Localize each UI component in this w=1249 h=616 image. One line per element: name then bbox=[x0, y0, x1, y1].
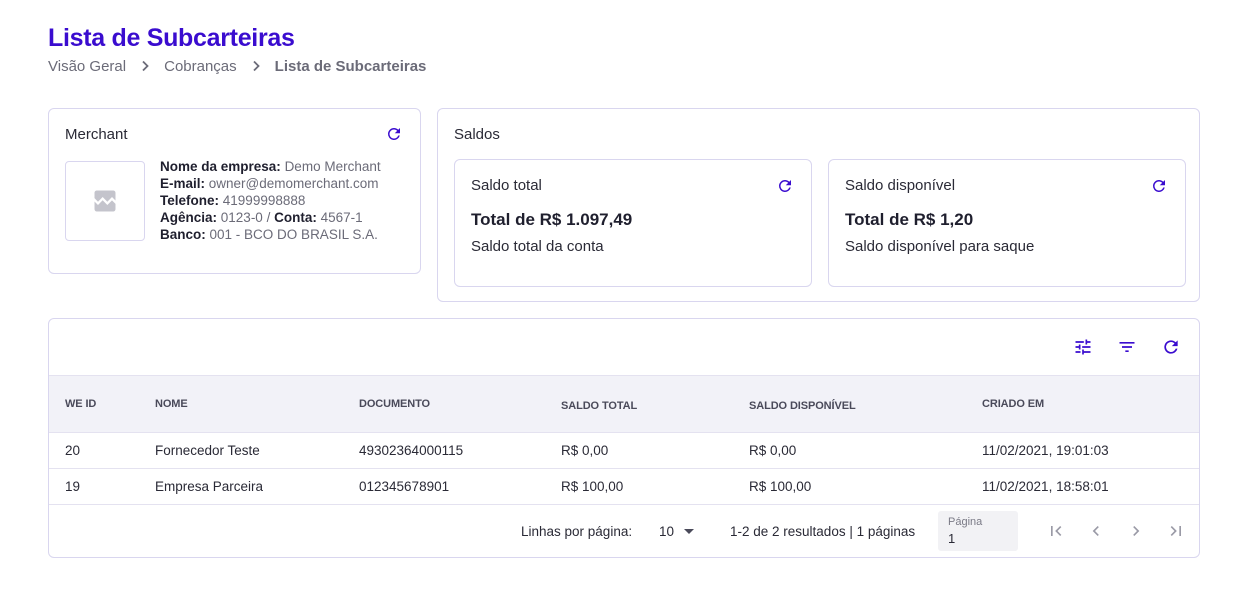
saldos-card: Saldos Saldo total Total de R$ 1.097,49 … bbox=[437, 108, 1200, 302]
refresh-icon[interactable] bbox=[1161, 337, 1181, 357]
cell-saldo-disponivel: R$ 100,00 bbox=[749, 479, 812, 494]
merchant-card-title: Merchant bbox=[65, 126, 128, 143]
column-header-criado-em[interactable]: CRIADO EM bbox=[982, 398, 1044, 410]
page-field-label: Página bbox=[948, 516, 983, 528]
results-summary: 1-2 de 2 resultados | 1 páginas bbox=[730, 524, 916, 539]
breadcrumb: Visão Geral Cobranças Lista de Subcartei… bbox=[48, 58, 426, 75]
pagination-footer: Linhas por página: 10 1-2 de 2 resultado… bbox=[49, 505, 1199, 557]
filter-icon[interactable] bbox=[1117, 337, 1137, 357]
table-toolbar bbox=[1073, 337, 1181, 357]
last-page-icon[interactable] bbox=[1166, 521, 1186, 541]
previous-page-icon[interactable] bbox=[1086, 521, 1106, 541]
cell-saldo-disponivel: R$ 0,00 bbox=[749, 443, 797, 458]
saldo-total-amount: Total de R$ 1.097,49 bbox=[471, 210, 633, 229]
merchant-info: Nome da empresa: Demo Merchant E-mail: o… bbox=[160, 159, 381, 242]
merchant-card: Merchant Nome da empresa: Demo Merchant … bbox=[48, 108, 421, 274]
subcarteiras-table-card: WE ID NOME DOCUMENTO SALDO TOTAL SALDO D… bbox=[48, 318, 1200, 558]
merchant-logo-placeholder bbox=[65, 161, 145, 241]
table-row[interactable]: 20 Fornecedor Teste 49302364000115 R$ 0,… bbox=[49, 433, 1199, 469]
cell-saldo-total: R$ 0,00 bbox=[561, 443, 609, 458]
saldo-total-card: Saldo total Total de R$ 1.097,49 Saldo t… bbox=[454, 159, 812, 287]
cell-criado-em: 11/02/2021, 19:01:03 bbox=[982, 443, 1109, 458]
caret-down-icon bbox=[684, 529, 695, 534]
rows-per-page-select[interactable]: 10 bbox=[659, 524, 695, 539]
page-input[interactable] bbox=[948, 531, 1008, 546]
empresa-label: Nome da empresa: bbox=[160, 159, 281, 174]
table-row[interactable]: 19 Empresa Parceira 012345678901 R$ 100,… bbox=[49, 469, 1199, 505]
saldo-disponivel-title: Saldo disponível bbox=[845, 177, 956, 194]
conta-value: 4567-1 bbox=[320, 210, 363, 225]
breadcrumb-cobrancas[interactable]: Cobranças bbox=[164, 58, 237, 75]
banco-label: Banco: bbox=[160, 227, 206, 242]
telefone-value: 41999998888 bbox=[222, 193, 306, 208]
saldos-card-title: Saldos bbox=[454, 126, 500, 143]
agencia-value: 0123-0 bbox=[220, 210, 263, 225]
page-field[interactable]: Página bbox=[938, 511, 1018, 551]
chevron-right-icon bbox=[140, 59, 150, 75]
saldo-disponivel-amount: Total de R$ 1,20 bbox=[845, 210, 974, 229]
table-header: WE ID NOME DOCUMENTO SALDO TOTAL SALDO D… bbox=[49, 375, 1199, 433]
refresh-icon[interactable] bbox=[1150, 177, 1168, 195]
chevron-right-icon bbox=[251, 59, 261, 75]
telefone-label: Telefone: bbox=[160, 193, 220, 208]
saldo-disponivel-desc: Saldo disponível para saque bbox=[845, 238, 1035, 255]
pager-controls bbox=[1046, 521, 1186, 541]
cell-saldo-total: R$ 100,00 bbox=[561, 479, 624, 494]
empresa-value: Demo Merchant bbox=[284, 159, 381, 174]
rows-per-page-value: 10 bbox=[659, 524, 675, 539]
breadcrumb-visao-geral[interactable]: Visão Geral bbox=[48, 58, 126, 75]
page-title: Lista de Subcarteiras bbox=[48, 24, 295, 52]
refresh-icon[interactable] bbox=[385, 125, 403, 143]
cell-documento: 012345678901 bbox=[359, 479, 450, 494]
column-header-documento[interactable]: DOCUMENTO bbox=[359, 398, 430, 410]
conta-label: Conta: bbox=[274, 210, 317, 225]
cell-we-id: 19 bbox=[65, 479, 81, 494]
saldo-total-title: Saldo total bbox=[471, 177, 542, 194]
cell-criado-em: 11/02/2021, 18:58:01 bbox=[982, 479, 1109, 494]
saldo-total-desc: Saldo total da conta bbox=[471, 238, 604, 255]
next-page-icon[interactable] bbox=[1126, 521, 1146, 541]
agencia-label: Agência: bbox=[160, 210, 218, 225]
column-header-saldo-disponivel[interactable]: SALDO DISPONÍVEL bbox=[749, 400, 856, 412]
refresh-icon[interactable] bbox=[776, 177, 794, 195]
cell-we-id: 20 bbox=[65, 443, 81, 458]
banco-value: 001 - BCO DO BRASIL S.A. bbox=[209, 227, 378, 242]
rows-per-page-label: Linhas por página: bbox=[521, 524, 633, 539]
broken-image-icon bbox=[94, 190, 116, 212]
column-header-saldo-total[interactable]: SALDO TOTAL bbox=[561, 400, 637, 412]
first-page-icon[interactable] bbox=[1046, 521, 1066, 541]
cell-nome: Empresa Parceira bbox=[155, 479, 264, 494]
cell-nome: Fornecedor Teste bbox=[155, 443, 260, 458]
breadcrumb-current: Lista de Subcarteiras bbox=[274, 58, 427, 75]
cell-documento: 49302364000115 bbox=[359, 443, 464, 458]
email-value: owner@demomerchant.com bbox=[208, 176, 379, 191]
column-header-nome[interactable]: NOME bbox=[155, 398, 188, 410]
columns-settings-icon[interactable] bbox=[1073, 337, 1093, 357]
email-label: E-mail: bbox=[160, 176, 206, 191]
saldo-disponivel-card: Saldo disponível Total de R$ 1,20 Saldo … bbox=[828, 159, 1186, 287]
column-header-we-id[interactable]: WE ID bbox=[65, 398, 96, 410]
